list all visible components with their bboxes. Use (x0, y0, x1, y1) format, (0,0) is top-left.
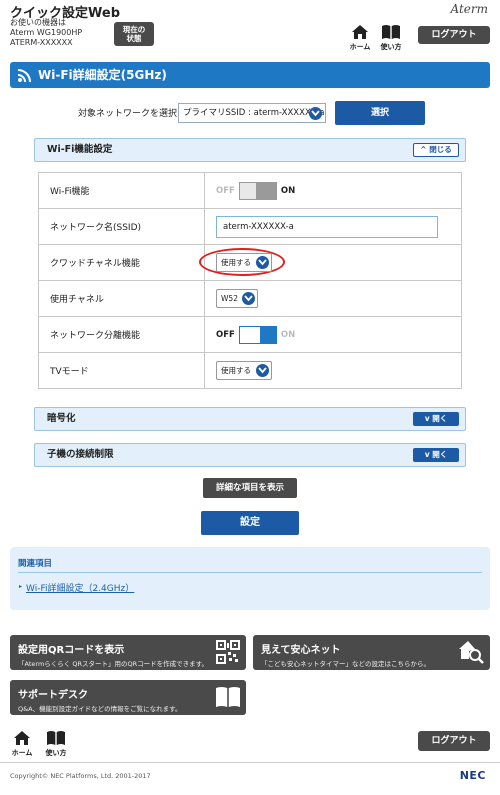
network-isolation-switch[interactable]: OFF ON (216, 325, 295, 344)
qr-code-tile[interactable]: 設定用QRコードを表示 「Atermらくらく QRスタート」用のQRコードを作成… (10, 635, 246, 670)
table-row: クワッドチャネル機能 使用する (38, 244, 462, 281)
related-title: 関連項目 (18, 559, 53, 569)
panel-title: Wi-Fi機能設定 (47, 144, 113, 155)
panel-title: 子機の接続制限 (47, 449, 114, 460)
chevron-down-icon (309, 107, 322, 120)
table-row: ネットワーク分離機能 OFF ON (38, 316, 462, 353)
bullet-icon: ▸ (19, 583, 23, 590)
device-label: お使いの機器は (10, 18, 66, 27)
setting-label: 使用チャネル (38, 280, 205, 317)
setting-label: クワッドチャネル機能 (38, 244, 205, 281)
book-icon (47, 731, 65, 745)
footer-help-button[interactable]: 使い方 (42, 730, 70, 758)
device-name: ATERM-XXXXXX (10, 38, 73, 47)
show-details-button[interactable]: 詳細な項目を表示 (203, 478, 297, 498)
setting-label: TVモード (38, 352, 205, 389)
network-select-label: 対象ネットワークを選択 (78, 109, 178, 119)
related-link-wifi-24ghz[interactable]: Wi-Fi詳細設定（2.4GHz） (26, 581, 134, 594)
wifi-settings-panel-header: Wi-Fi機能設定 ^ 閉じる (34, 138, 466, 162)
chevron-down-icon (256, 364, 269, 377)
wifi-icon (17, 69, 31, 83)
device-model: Aterm WG1900HP (10, 28, 83, 37)
chevron-up-icon: ^ (420, 145, 427, 154)
quad-channel-select[interactable]: 使用する (216, 253, 272, 272)
page-title-banner: Wi-Fi詳細設定(5GHz) (10, 62, 490, 88)
qr-code-icon (216, 640, 240, 664)
help-button[interactable]: 使い方 (377, 24, 405, 52)
panel-title: 暗号化 (47, 413, 76, 424)
table-row: 使用チャネル W52 (38, 280, 462, 317)
select-network-button[interactable]: 選択 (335, 101, 425, 125)
footer-home-button[interactable]: ホーム (8, 730, 36, 758)
logout-button[interactable]: ログアウト (418, 26, 490, 44)
open-panel-button[interactable]: v 開く (413, 448, 459, 462)
open-panel-button[interactable]: v 開く (413, 412, 459, 426)
page-title: Wi-Fi詳細設定(5GHz) (38, 68, 167, 82)
book-icon (216, 687, 240, 707)
aterm-logo: Aterm (450, 2, 489, 16)
book-icon (382, 25, 400, 39)
home-icon (14, 731, 30, 745)
setting-label: ネットワーク名(SSID) (38, 208, 205, 245)
related-items-box: 関連項目 ▸ Wi-Fi詳細設定（2.4GHz） (10, 547, 490, 610)
wifi-settings-table: Wi-Fi機能 OFF ON ネットワーク名(SSID) aterm-XXXXX… (38, 172, 462, 389)
close-panel-button[interactable]: ^ 閉じる (413, 143, 459, 157)
footer-logout-button[interactable]: ログアウト (418, 731, 490, 751)
table-row: Wi-Fi機能 OFF ON (38, 172, 462, 209)
setting-label: ネットワーク分離機能 (38, 316, 205, 353)
chevron-down-icon: v (424, 414, 430, 423)
channel-select[interactable]: W52 (216, 289, 258, 308)
ssid-input[interactable]: aterm-XXXXXX-a (216, 215, 438, 238)
chevron-down-icon: v (424, 450, 430, 459)
setting-label: Wi-Fi機能 (38, 172, 205, 209)
header: クイック設定Web お使いの機器は Aterm WG1900HP ATERM-X… (0, 0, 500, 56)
home-button[interactable]: ホーム (346, 24, 374, 52)
safety-net-tile[interactable]: 見えて安心ネット 「こども安心ネットタイマー」などの設定はこちらから。 (253, 635, 490, 670)
copyright: Copyright© NEC Platforms, Ltd. 2001-2017 (10, 772, 151, 780)
wifi-function-switch[interactable]: OFF ON (216, 181, 295, 200)
home-icon (352, 25, 368, 39)
table-row: ネットワーク名(SSID) aterm-XXXXXX-a (38, 208, 462, 245)
current-status-button[interactable]: 現在の 状態 (114, 22, 154, 46)
chevron-down-icon (242, 292, 255, 305)
apply-button[interactable]: 設定 (201, 511, 299, 535)
table-row: TVモード 使用する (38, 352, 462, 389)
encryption-panel-header[interactable]: 暗号化 v 開く (34, 407, 466, 431)
child-connection-panel-header[interactable]: 子機の接続制限 v 開く (34, 443, 466, 467)
nec-logo: NEC (459, 769, 486, 782)
chevron-down-icon (256, 256, 269, 269)
tv-mode-select[interactable]: 使用する (216, 361, 272, 380)
support-desk-tile[interactable]: サポートデスク Q&A、機能別設定ガイドなどの情報をご覧になれます。 (10, 680, 246, 715)
network-select[interactable]: プライマリSSID : aterm-XXXXXX-a (178, 103, 326, 123)
house-search-icon (459, 641, 484, 664)
